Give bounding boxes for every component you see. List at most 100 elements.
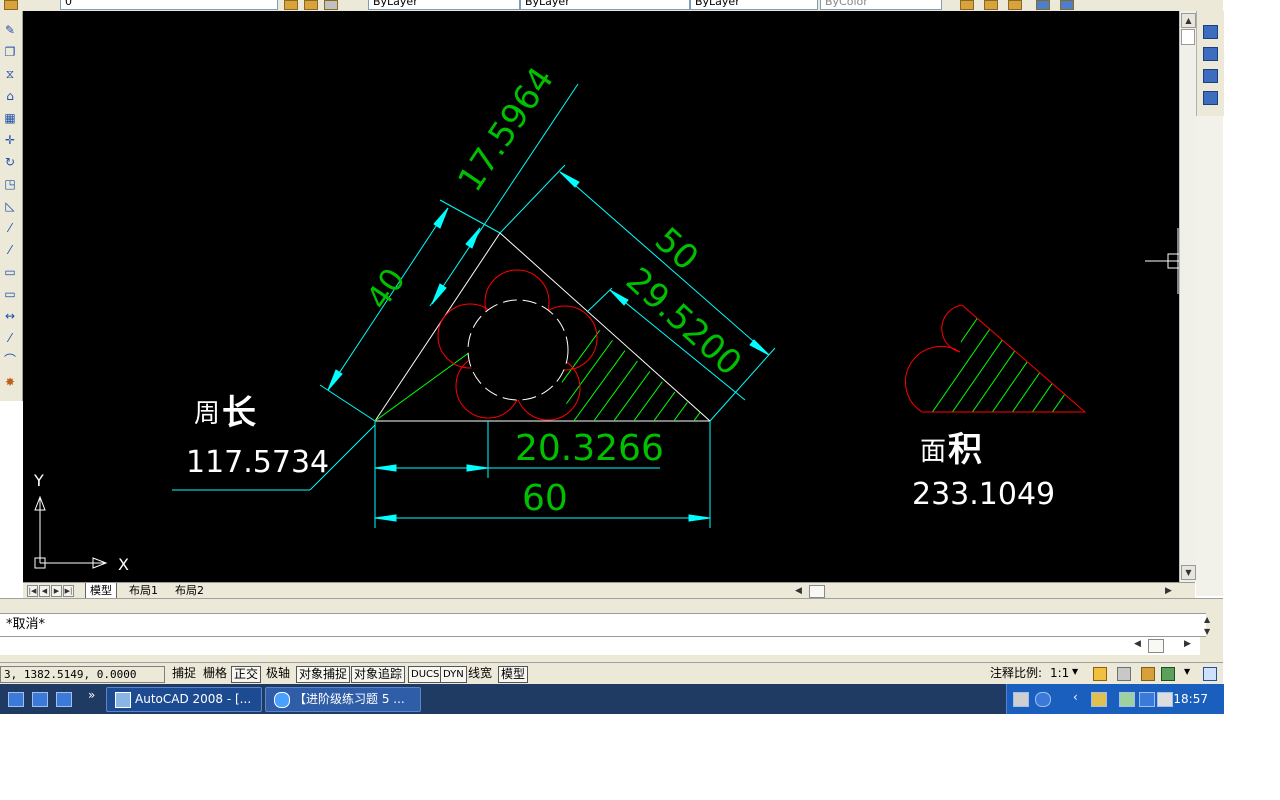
tab-layout1[interactable]: 布局1 [125,583,162,599]
lineweight-dropdown[interactable]: ByLayer [690,0,818,10]
annotation-scale-value[interactable]: 1:1 [1048,666,1071,681]
linetype-dropdown[interactable]: ByLayer [520,0,690,10]
clean-screen-icon[interactable] [1203,667,1217,681]
cmd-hscroll-thumb[interactable] [1148,639,1164,653]
taskbar-autocad[interactable]: AutoCAD 2008 - [... [106,687,262,712]
next-tab-icon[interactable]: ▶ [51,585,62,597]
taskbar-ie[interactable]: 【进阶级练习题 5 ... [265,687,421,712]
explode-icon[interactable]: ✸ [1,373,19,391]
scroll-down-arrow-icon[interactable]: ▼ [1181,565,1196,580]
security-icon[interactable] [1091,692,1107,707]
scroll-thumb[interactable] [1181,29,1195,45]
otrack-toggle[interactable]: 对象追踪 [351,666,406,683]
stretch-icon[interactable]: ◺ [1,197,19,215]
send-under-icon[interactable] [1203,91,1218,105]
taskbar-ie-label: 【进阶级练习题 5 ... [294,692,405,706]
lock-icon[interactable] [1141,667,1155,681]
help-icon[interactable] [1035,692,1051,707]
command-window: *取消* ◀ ▶ ▲ ▼ [0,598,1223,663]
offset-icon[interactable]: ⌂ [1,87,19,105]
prev-tab-icon[interactable]: ◀ [39,585,50,597]
layer-dropdown[interactable]: 0 [60,0,278,10]
keyboard-icon[interactable] [1013,692,1029,707]
show-desktop-icon[interactable] [8,692,24,707]
break-at-point-icon[interactable]: ▭ [1,285,19,303]
break-icon[interactable]: ▭ [1,263,19,281]
hscroll-left-arrow-icon[interactable]: ◀ [795,583,802,599]
scale-icon[interactable]: ◳ [1,175,19,193]
hscroll-thumb[interactable] [809,585,825,598]
erase-icon[interactable]: ✎ [1,21,19,39]
tray-expand-icon[interactable]: ‹ [1073,690,1078,704]
scale-dropdown-icon[interactable]: ▼ [1072,667,1084,679]
array-icon[interactable]: ▦ [1,109,19,127]
layer-previous-icon[interactable] [304,0,318,10]
explorer-icon[interactable] [32,692,48,707]
dyn-toggle[interactable]: DYN [440,666,467,683]
cmd-scroll-down-icon[interactable]: ▼ [1204,627,1210,636]
draworder-toolbar [1196,11,1224,116]
plotstyle-dropdown[interactable]: ByColor [820,0,942,10]
perimeter-label-big: 长 [222,393,256,433]
chamfer-icon[interactable]: ⁄ [1,329,19,347]
crosshair-cursor [1145,228,1179,294]
trim-icon[interactable]: ⁄ [1,219,19,237]
annotation-visibility-icon[interactable] [1093,667,1107,681]
area-shape [905,304,1087,413]
move-icon[interactable]: ✛ [1,131,19,149]
ruler-icon[interactable] [984,0,998,10]
send-to-back-icon[interactable] [1203,47,1218,61]
network-icon[interactable] [1119,692,1135,707]
mirror-icon[interactable]: ⧖ [1,65,19,83]
polar-toggle[interactable]: 极轴 [264,666,292,681]
snap-toggle[interactable]: 捕捉 [170,666,198,681]
perimeter-annotation: 周 长 117.5734 [186,393,329,480]
tab-layout2[interactable]: 布局2 [171,583,208,599]
fillet-icon[interactable]: ⌒ [1,351,19,369]
cmd-scroll-left-icon[interactable]: ◀ [1134,639,1141,649]
modify-toolbar: ✎ ❐ ⧖ ⌂ ▦ ✛ ↻ ◳ ◺ ⁄ ⁄ ▭ ▭ ↔ ⁄ ⌒ ✸ [0,11,23,401]
rotate-icon[interactable]: ↻ [1,153,19,171]
status-tray-icon[interactable] [1161,667,1175,681]
lineweight-toggle[interactable]: 线宽 [466,666,494,681]
color-dropdown[interactable]: ByLayer [368,0,520,10]
make-current-icon[interactable] [284,0,298,10]
cmd-scroll-right-icon[interactable]: ▶ [1184,639,1191,649]
osnap-toggle[interactable]: 对象捕捉 [296,666,351,683]
quicklaunch-more-icon[interactable]: » [88,688,95,702]
command-history: *取消* [0,613,1206,637]
tab-model[interactable]: 模型 [85,583,117,599]
layer-manager-icon[interactable] [324,0,338,10]
ducs-toggle[interactable]: DUCS [408,666,443,683]
view-icon[interactable] [1060,0,1074,10]
status-menu-icon[interactable]: ▼ [1184,667,1196,679]
model-paper-toggle[interactable]: 模型 [498,666,529,683]
bring-to-front-icon[interactable] [1203,25,1218,39]
ruler-icon[interactable] [960,0,974,10]
join-icon[interactable]: ↔ [1,307,19,325]
extend-icon[interactable]: ⁄ [1,241,19,259]
scroll-up-arrow-icon[interactable]: ▲ [1181,13,1196,28]
ruler-icon[interactable] [1008,0,1022,10]
windows-taskbar: » AutoCAD 2008 - [... 【进阶级练习题 5 ... ‹ 18… [0,684,1224,714]
hscroll-right-arrow-icon[interactable]: ▶ [1165,583,1172,599]
volume-icon[interactable] [1157,692,1173,707]
drawing-canvas[interactable]: 60 20.3266 40 17.5964 50 29.5200 周 长 117… [23,11,1179,582]
grid-toggle[interactable]: 栅格 [201,666,229,681]
ortho-toggle[interactable]: 正交 [231,666,262,683]
area-label-small: 面 [920,437,946,467]
view-icon[interactable] [1036,0,1050,10]
vertical-scrollbar[interactable]: ▲ ▼ [1179,11,1196,582]
copy-icon[interactable]: ❐ [1,43,19,61]
first-tab-icon[interactable]: |◀ [27,585,38,597]
cmd-scroll-up-icon[interactable]: ▲ [1204,615,1210,624]
quicklaunch-icon[interactable] [56,692,72,707]
coordinate-readout[interactable]: 3, 1382.5149, 0.0000 [0,666,165,683]
status-bar: 3, 1382.5149, 0.0000 捕捉 栅格 正交 极轴 对象捕捉 对象… [0,662,1223,685]
command-input[interactable] [0,637,1200,655]
layer-state-icon[interactable] [4,0,18,10]
auto-scale-icon[interactable] [1117,667,1131,681]
last-tab-icon[interactable]: ▶| [63,585,74,597]
display-icon[interactable] [1139,692,1155,707]
bring-above-icon[interactable] [1203,69,1218,83]
